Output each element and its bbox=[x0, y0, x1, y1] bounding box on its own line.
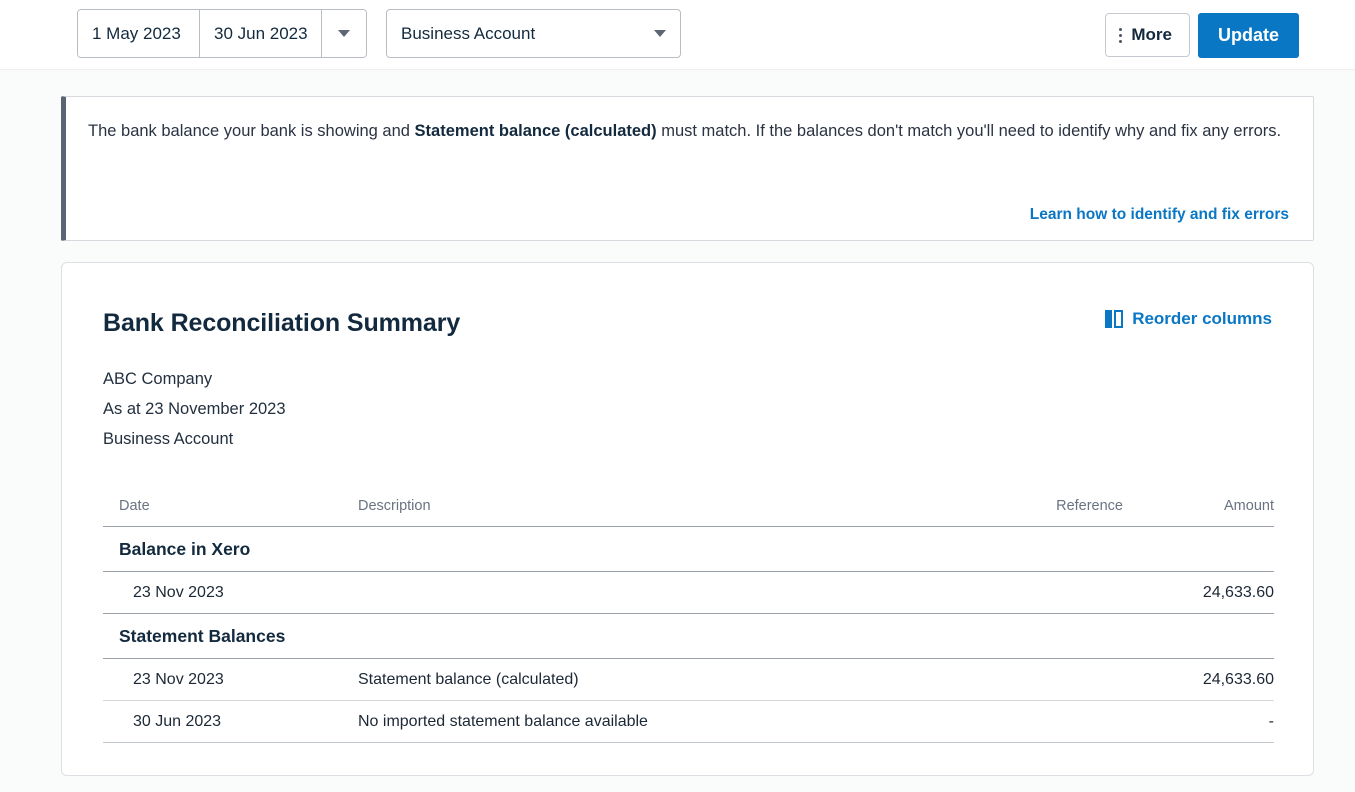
as-at-date: As at 23 November 2023 bbox=[103, 394, 286, 424]
learn-how-link[interactable]: Learn how to identify and fix errors bbox=[1030, 206, 1289, 224]
top-toolbar: Business Account More Update bbox=[0, 0, 1355, 70]
table-body: Balance in Xero23 Nov 202324,633.60State… bbox=[103, 527, 1274, 743]
update-button[interactable]: Update bbox=[1198, 13, 1299, 58]
column-header-amount: Amount bbox=[1123, 498, 1274, 527]
date-range-group[interactable] bbox=[77, 9, 367, 58]
cell-date: 30 Jun 2023 bbox=[103, 701, 358, 743]
table-row: 23 Nov 2023 24,633.60 bbox=[103, 572, 1274, 614]
table-header: Date Description Reference Amount bbox=[103, 498, 1274, 527]
account-name: Business Account bbox=[103, 424, 286, 454]
kebab-menu-icon bbox=[1119, 28, 1122, 43]
cell-date: 23 Nov 2023 bbox=[103, 572, 358, 614]
page-title: Bank Reconciliation Summary bbox=[103, 309, 460, 338]
reconciliation-table: Date Description Reference Amount Balanc… bbox=[103, 498, 1274, 743]
column-header-date: Date bbox=[103, 498, 358, 527]
bank-reconciliation-card: Bank Reconciliation Summary ABC Company … bbox=[61, 262, 1314, 776]
table-group-title: Statement Balances bbox=[103, 614, 1274, 659]
reorder-columns-button[interactable]: Reorder columns bbox=[1105, 309, 1272, 329]
columns-icon bbox=[1105, 310, 1123, 328]
info-banner-text-part2: must match. If the balances don't match … bbox=[657, 122, 1281, 140]
cell-description: Statement balance (calculated) bbox=[358, 659, 923, 701]
company-name: ABC Company bbox=[103, 364, 286, 394]
table-group-row: Statement Balances bbox=[103, 614, 1274, 659]
date-to-input[interactable] bbox=[199, 10, 321, 57]
table-header-row: Date Description Reference Amount bbox=[103, 498, 1274, 527]
cell-description: No imported statement balance available bbox=[358, 701, 923, 743]
cell-reference bbox=[923, 572, 1123, 614]
account-select-value: Business Account bbox=[401, 24, 654, 44]
cell-description bbox=[358, 572, 923, 614]
more-button-label: More bbox=[1131, 25, 1172, 45]
cell-amount: 24,633.60 bbox=[1123, 659, 1274, 701]
chevron-down-icon bbox=[654, 30, 666, 37]
table-row: 30 Jun 2023No imported statement balance… bbox=[103, 701, 1274, 743]
date-from-input[interactable] bbox=[78, 10, 199, 57]
cell-reference bbox=[923, 701, 1123, 743]
chevron-down-icon bbox=[338, 30, 350, 37]
account-select[interactable]: Business Account bbox=[386, 9, 681, 58]
date-range-dropdown-button[interactable] bbox=[321, 10, 366, 57]
table-group-row: Balance in Xero bbox=[103, 527, 1274, 572]
info-banner-text-bold: Statement balance (calculated) bbox=[415, 122, 657, 140]
more-button[interactable]: More bbox=[1105, 13, 1190, 57]
table-row: 23 Nov 2023Statement balance (calculated… bbox=[103, 659, 1274, 701]
reorder-columns-label: Reorder columns bbox=[1132, 309, 1272, 329]
info-banner-text: The bank balance your bank is showing an… bbox=[88, 116, 1289, 146]
cell-amount: - bbox=[1123, 701, 1274, 743]
column-header-reference: Reference bbox=[923, 498, 1123, 527]
table-group-title: Balance in Xero bbox=[103, 527, 1274, 572]
cell-reference bbox=[923, 659, 1123, 701]
report-meta: ABC Company As at 23 November 2023 Busin… bbox=[103, 364, 286, 454]
cell-date: 23 Nov 2023 bbox=[103, 659, 358, 701]
cell-amount: 24,633.60 bbox=[1123, 572, 1274, 614]
info-banner-text-part1: The bank balance your bank is showing an… bbox=[88, 122, 415, 140]
info-banner: The bank balance your bank is showing an… bbox=[61, 96, 1314, 241]
column-header-description: Description bbox=[358, 498, 923, 527]
